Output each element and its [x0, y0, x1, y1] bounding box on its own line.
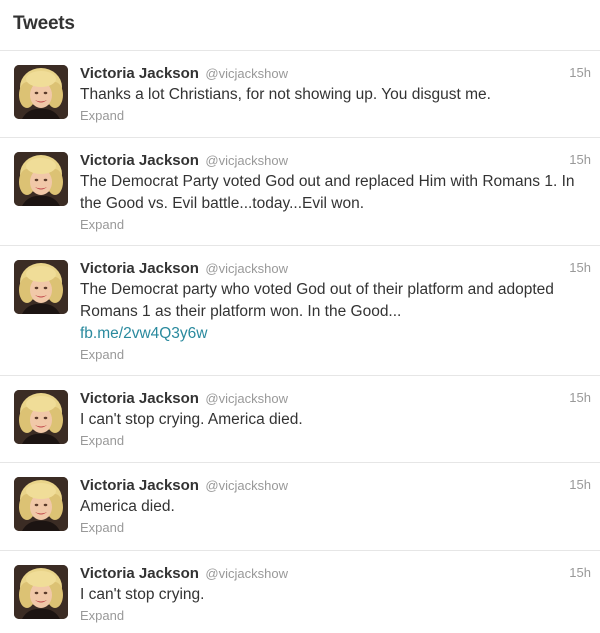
user-handle[interactable]: @vicjackshow — [205, 566, 288, 581]
tweet-item[interactable]: Victoria Jackson @vicjackshow 15h I can'… — [0, 551, 600, 633]
user-name[interactable]: Victoria Jackson — [80, 260, 199, 277]
user-avatar[interactable] — [14, 152, 68, 206]
tweet-meta: Victoria Jackson @vicjackshow — [80, 476, 580, 496]
tweet-text: I can't stop crying. America died. — [80, 411, 303, 428]
tweet-meta: Victoria Jackson @vicjackshow — [80, 259, 580, 279]
tweet-link[interactable]: fb.me/2vw4Q3y6w — [80, 323, 580, 345]
tweet-meta: Victoria Jackson @vicjackshow — [80, 151, 580, 171]
tweet-item[interactable]: Victoria Jackson @vicjackshow 15h Thanks… — [0, 51, 600, 138]
tweet-timestamp[interactable]: 15h — [569, 152, 591, 167]
user-name[interactable]: Victoria Jackson — [80, 65, 199, 82]
user-avatar[interactable] — [14, 65, 68, 119]
expand-link[interactable]: Expand — [80, 215, 580, 235]
tweet-text: America died. — [80, 498, 175, 515]
tweet-item[interactable]: Victoria Jackson @vicjackshow 15h The De… — [0, 138, 600, 246]
tweet-meta: Victoria Jackson @vicjackshow — [80, 389, 580, 409]
tweet-text: I can't stop crying. — [80, 586, 205, 603]
tweet-item[interactable]: Victoria Jackson @vicjackshow 15h Americ… — [0, 463, 600, 551]
page-title: Tweets — [13, 13, 75, 34]
user-avatar[interactable] — [14, 477, 68, 531]
user-handle[interactable]: @vicjackshow — [205, 66, 288, 81]
expand-link[interactable]: Expand — [80, 518, 580, 538]
user-handle[interactable]: @vicjackshow — [205, 153, 288, 168]
user-handle[interactable]: @vicjackshow — [205, 478, 288, 493]
user-handle[interactable]: @vicjackshow — [205, 261, 288, 276]
timeline-header: Tweets — [0, 0, 600, 51]
user-handle[interactable]: @vicjackshow — [205, 391, 288, 406]
expand-link[interactable]: Expand — [80, 606, 580, 626]
expand-link[interactable]: Expand — [80, 106, 580, 126]
user-avatar[interactable] — [14, 390, 68, 444]
tweet-meta: Victoria Jackson @vicjackshow — [80, 64, 580, 84]
user-avatar[interactable] — [14, 565, 68, 619]
tweet-timestamp[interactable]: 15h — [569, 65, 591, 80]
user-name[interactable]: Victoria Jackson — [80, 477, 199, 494]
tweet-timestamp[interactable]: 15h — [569, 390, 591, 405]
expand-link[interactable]: Expand — [80, 345, 580, 365]
user-avatar[interactable] — [14, 260, 68, 314]
tweet-text: The Democrat Party voted God out and rep… — [80, 173, 575, 212]
user-name[interactable]: Victoria Jackson — [80, 565, 199, 582]
tweet-item[interactable]: Victoria Jackson @vicjackshow 15h I can'… — [0, 376, 600, 463]
tweet-timestamp[interactable]: 15h — [569, 260, 591, 275]
user-name[interactable]: Victoria Jackson — [80, 152, 199, 169]
user-name[interactable]: Victoria Jackson — [80, 390, 199, 407]
tweet-text: The Democrat party who voted God out of … — [80, 281, 554, 320]
tweet-timestamp[interactable]: 15h — [569, 565, 591, 580]
expand-link[interactable]: Expand — [80, 431, 580, 451]
tweet-timestamp[interactable]: 15h — [569, 477, 591, 492]
tweet-text: Thanks a lot Christians, for not showing… — [80, 86, 491, 103]
tweet-item[interactable]: Victoria Jackson @vicjackshow 15h The De… — [0, 246, 600, 376]
tweet-meta: Victoria Jackson @vicjackshow — [80, 564, 580, 584]
